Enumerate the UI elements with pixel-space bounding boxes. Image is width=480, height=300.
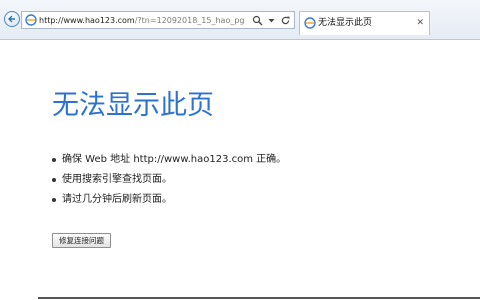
page-icon [25,14,37,26]
divider [38,297,480,299]
list-item: 请过几分钟后刷新页面。 [52,190,286,210]
back-arrow-icon [8,15,15,23]
dropdown-arrow-icon[interactable] [266,15,277,26]
url-text[interactable]: http://www.hao123.com/?tn=12092018_15_ha… [39,14,257,27]
address-bar-tools [252,14,291,27]
back-button[interactable] [4,11,20,27]
fix-connection-button[interactable]: 修复连接问题 [52,233,111,248]
search-icon[interactable] [252,15,263,26]
list-item: 使用搜索引擎查找页面。 [52,170,286,190]
tab-page-icon [304,17,316,29]
suggestion-list: 确保 Web 地址 http://www.hao123.com 正确。 使用搜索… [52,150,286,210]
url-path: /?tn=12092018_15_hao_pg [134,16,245,25]
url-host: http://www.hao123.com [39,16,135,25]
browser-toolbar: http://www.hao123.com/?tn=12092018_15_ha… [0,0,480,40]
refresh-icon[interactable] [280,15,291,26]
page-title: 无法显示此页 [52,90,214,121]
tab-title: 无法显示此页 [318,18,373,28]
address-bar[interactable]: http://www.hao123.com/?tn=12092018_15_ha… [21,11,295,29]
list-item: 确保 Web 地址 http://www.hao123.com 正确。 [52,150,286,170]
close-icon[interactable]: ✕ [416,16,424,30]
tab-current[interactable]: 无法显示此页 ✕ [299,11,430,35]
